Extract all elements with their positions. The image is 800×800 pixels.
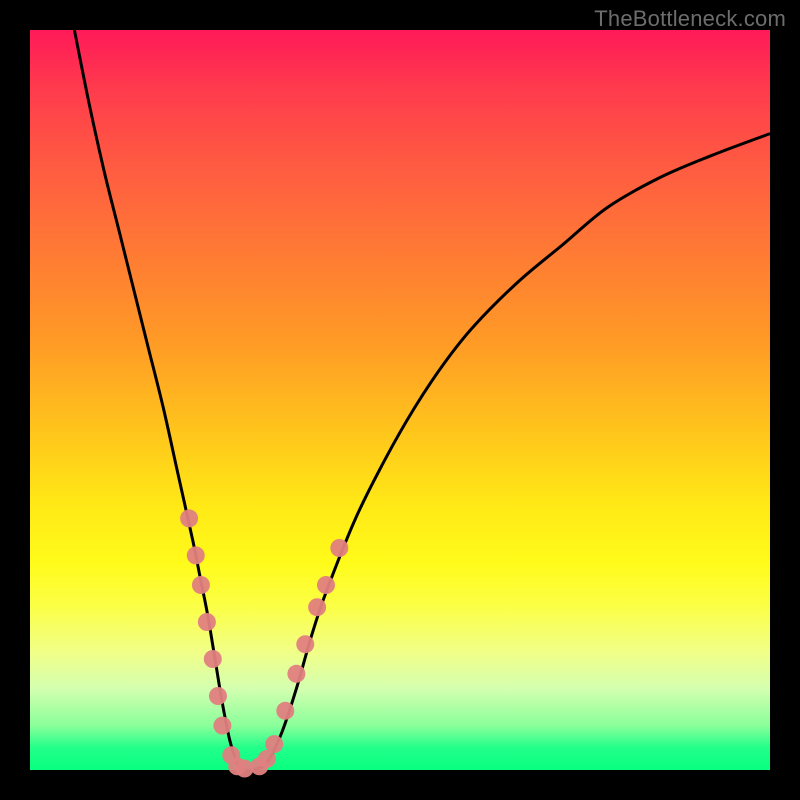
- data-marker: [213, 717, 231, 735]
- marker-cluster-left: [180, 509, 254, 777]
- bottleneck-curve: [74, 30, 770, 771]
- data-marker: [296, 635, 314, 653]
- data-marker: [198, 613, 216, 631]
- data-marker: [209, 687, 227, 705]
- data-marker: [287, 665, 305, 683]
- data-marker: [187, 546, 205, 564]
- data-marker: [192, 576, 210, 594]
- chart-svg: [30, 30, 770, 770]
- data-marker: [330, 539, 348, 557]
- data-marker: [204, 650, 222, 668]
- data-marker: [265, 735, 283, 753]
- data-marker: [308, 598, 326, 616]
- chart-plot-area: [30, 30, 770, 770]
- watermark-text: TheBottleneck.com: [594, 6, 786, 32]
- data-marker: [180, 509, 198, 527]
- data-marker: [276, 702, 294, 720]
- data-marker: [317, 576, 335, 594]
